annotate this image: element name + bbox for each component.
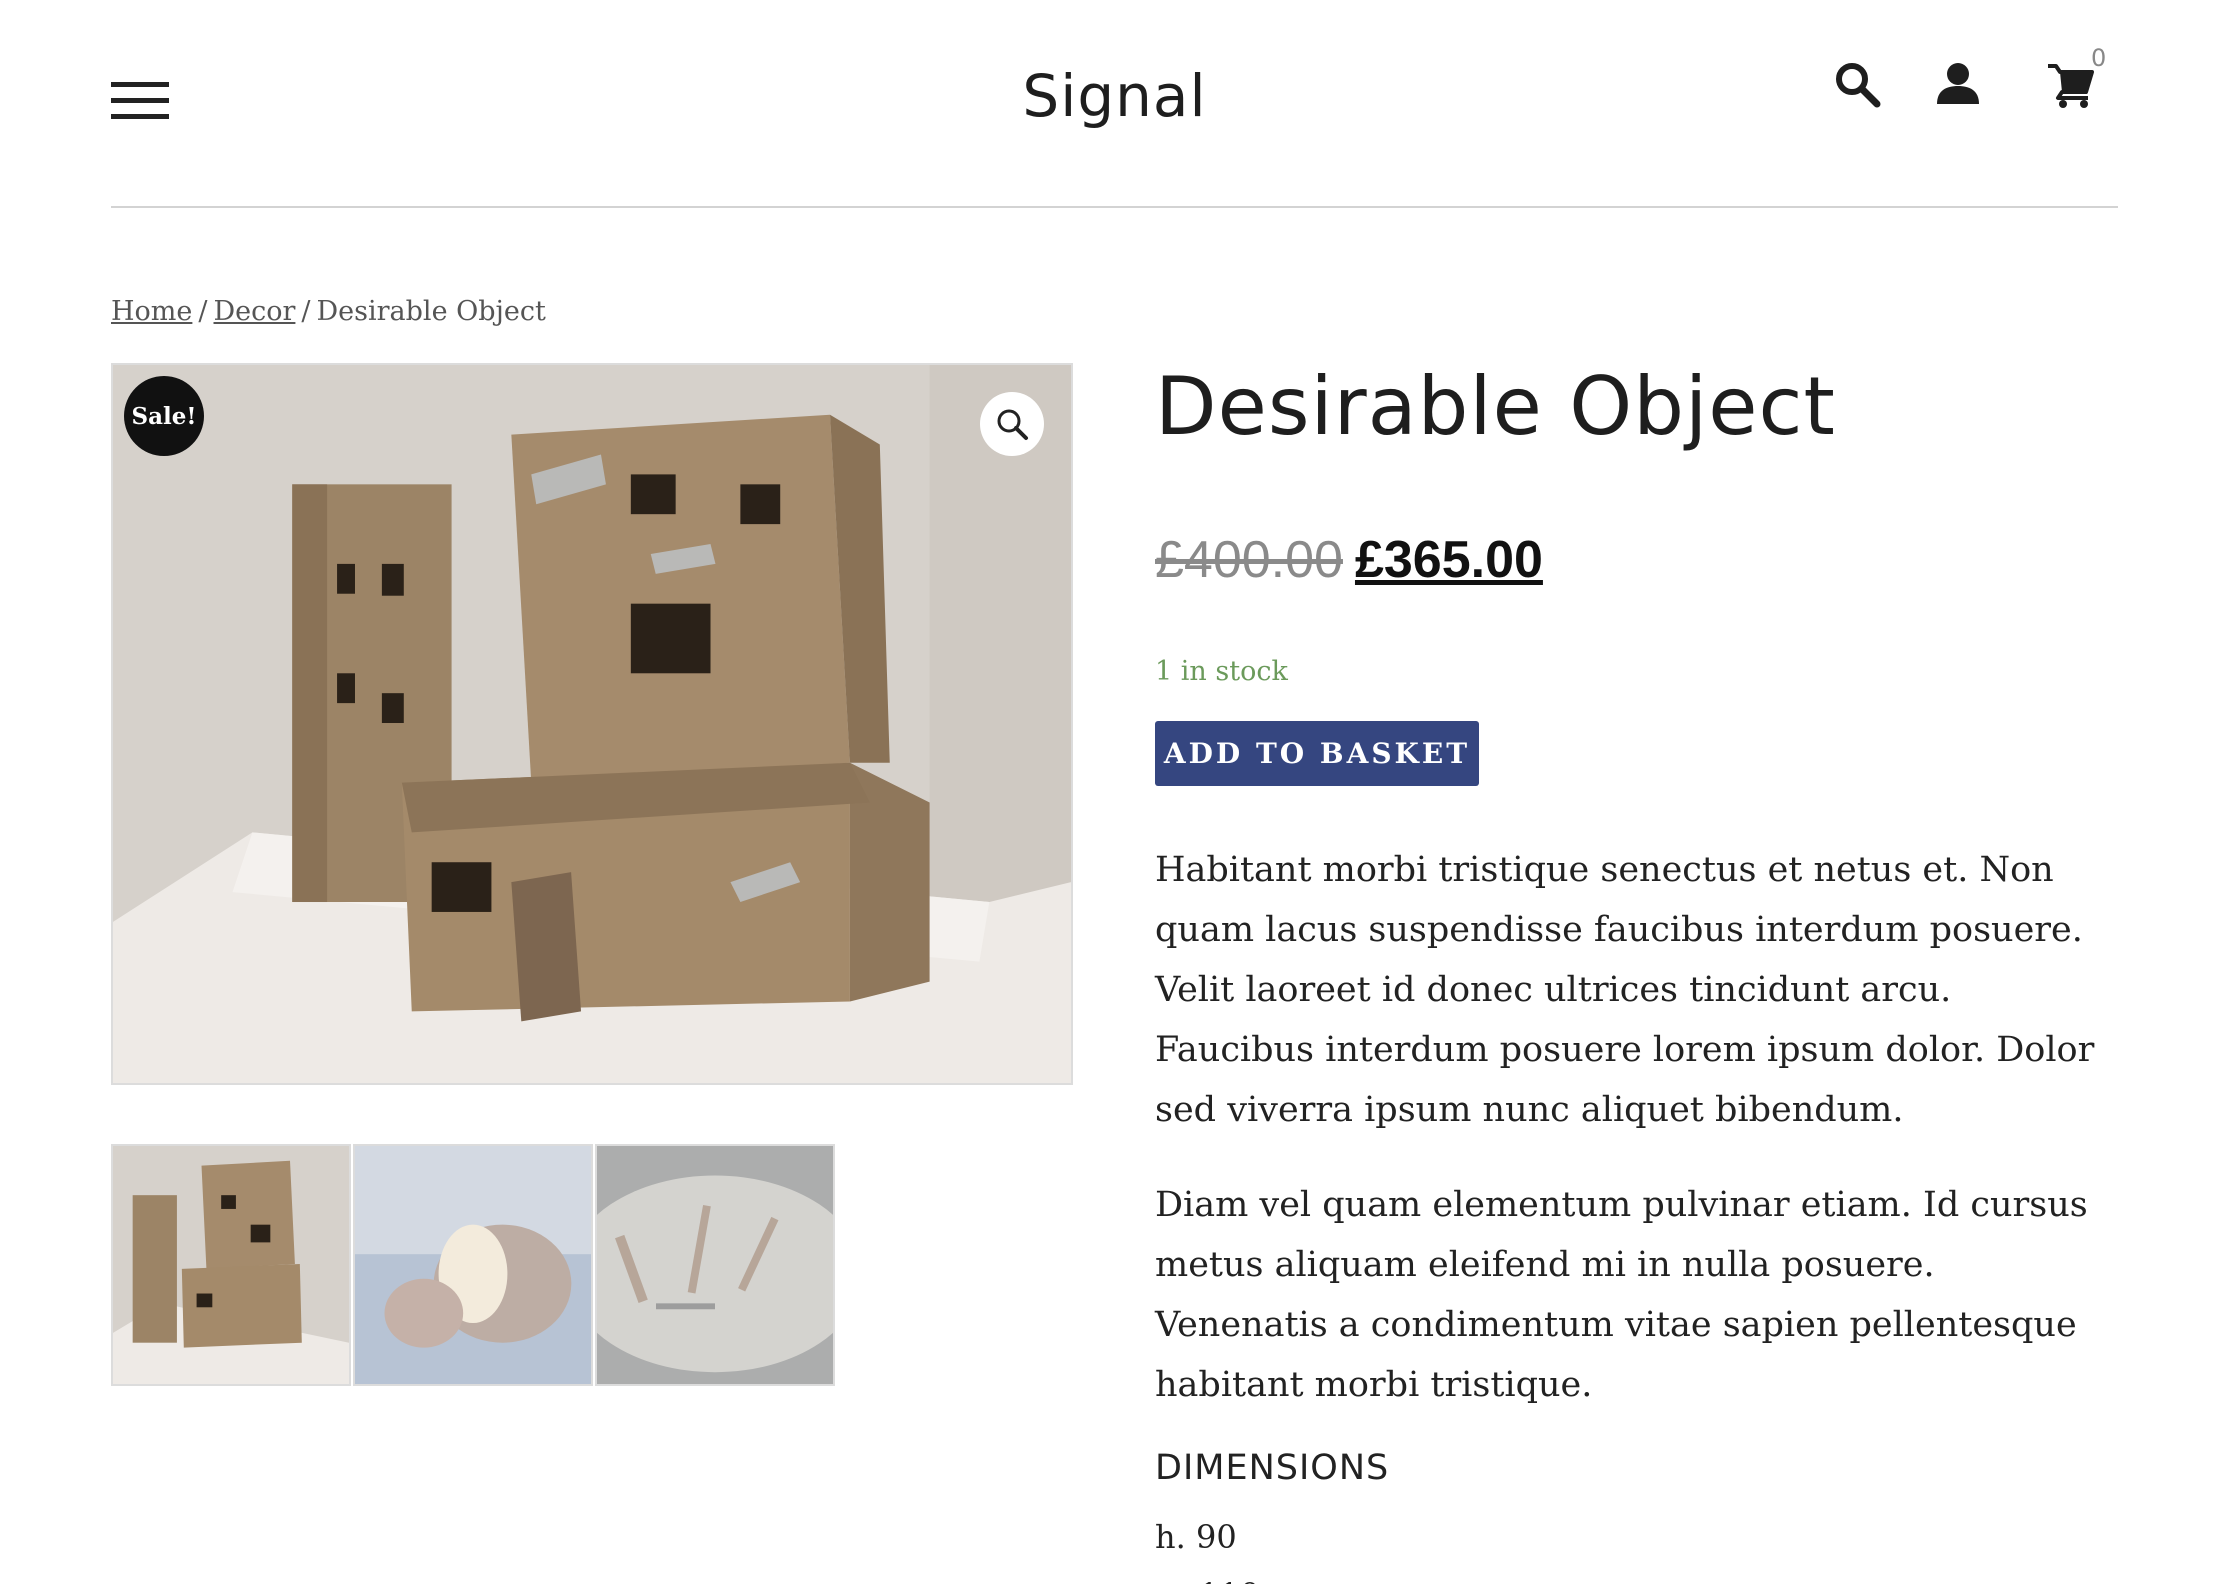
add-to-basket-button[interactable]: ADD TO BASKET: [1155, 721, 1479, 786]
dimension-width: w. 110: [1155, 1566, 1260, 1584]
description-paragraph: Habitant morbi tristique senectus et net…: [1155, 850, 2095, 1130]
account-icon[interactable]: [1933, 60, 1983, 110]
sale-price: £365.00: [1354, 531, 1543, 589]
stock-status: 1 in stock: [1155, 656, 1288, 687]
old-price: £400.00: [1155, 531, 1343, 589]
dimensions-list: h. 90 w. 110: [1155, 1508, 1260, 1584]
thumbnail-1[interactable]: [111, 1144, 351, 1386]
breadcrumb-decor-link[interactable]: Decor: [214, 296, 296, 327]
site-header: Signal 0: [111, 0, 2118, 208]
site-title[interactable]: Signal: [111, 62, 2118, 130]
price: £400.00 £365.00: [1155, 530, 1543, 590]
search-icon[interactable]: [1833, 60, 1883, 110]
thumbnail-2[interactable]: [353, 1144, 593, 1386]
thumbnail-3[interactable]: [595, 1144, 835, 1386]
cart-icon[interactable]: [2046, 60, 2096, 110]
product-description: Habitant morbi tristique senectus et net…: [1155, 840, 2115, 1450]
breadcrumb-home-link[interactable]: Home: [111, 296, 192, 327]
product-title: Desirable Object: [1155, 360, 1836, 453]
dimension-height: h. 90: [1155, 1518, 1237, 1556]
description-paragraph: Diam vel quam elementum pulvinar etiam. …: [1155, 1185, 2088, 1405]
product-main-image[interactable]: [111, 363, 1073, 1085]
breadcrumb: Home / Decor / Desirable Object: [111, 296, 546, 327]
breadcrumb-current: Desirable Object: [316, 296, 546, 327]
breadcrumb-separator: /: [198, 296, 208, 327]
sale-badge: Sale!: [124, 376, 204, 456]
breadcrumb-separator: /: [301, 296, 311, 327]
cart-count-badge: 0: [2091, 44, 2107, 72]
magnifier-icon[interactable]: [980, 392, 1044, 456]
dimensions-heading: DIMENSIONS: [1155, 1448, 1390, 1488]
